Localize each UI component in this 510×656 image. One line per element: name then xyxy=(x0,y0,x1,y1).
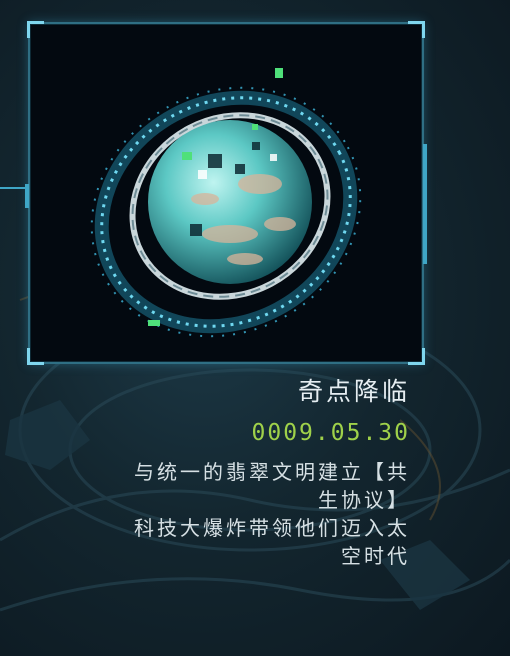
event-image-frame xyxy=(25,21,427,365)
frame-side-tick xyxy=(423,144,427,264)
description-line: 与统一的翡翠文明建立【共 xyxy=(134,460,410,484)
event-date: 0009.05.30 xyxy=(251,420,410,446)
description-line: 生协议】 xyxy=(318,488,410,512)
frame-side-tick xyxy=(25,184,29,208)
event-description: 与统一的翡翠文明建立【共 生协议】 科技大爆炸带领他们迈入太 空时代 xyxy=(40,458,410,570)
planet-with-rings-icon xyxy=(90,68,362,338)
event-title: 奇点降临 xyxy=(297,377,410,406)
description-line: 空时代 xyxy=(341,544,410,568)
description-line: 科技大爆炸带领他们迈入太 xyxy=(134,516,410,540)
